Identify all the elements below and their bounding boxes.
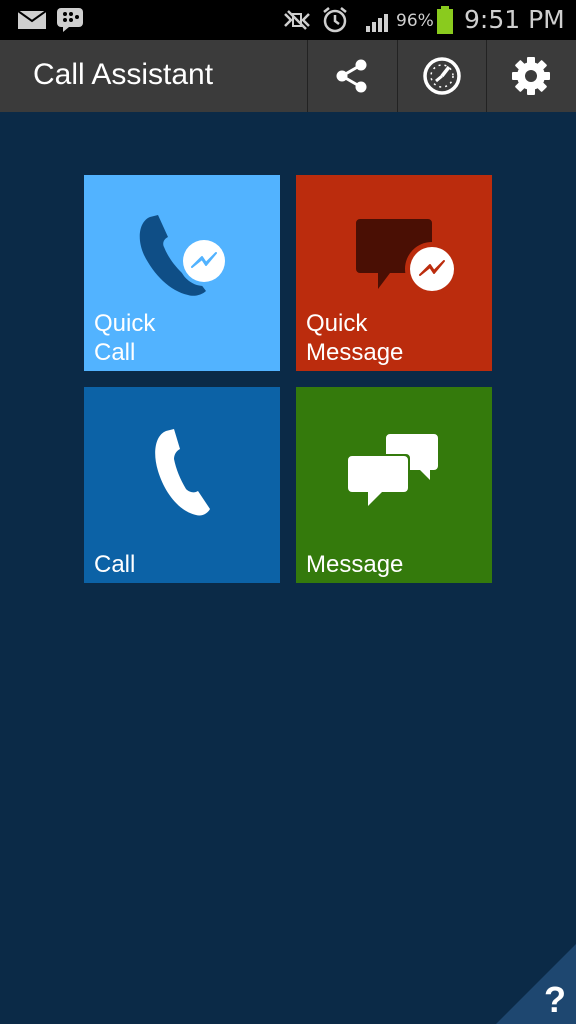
mute-icon: [284, 10, 310, 30]
phone-icon: [155, 429, 210, 516]
app-title: Call Assistant: [33, 58, 214, 91]
bbm-icon: [57, 8, 83, 32]
help-button[interactable]: ?: [544, 980, 566, 1020]
email-icon: [18, 11, 46, 29]
history-button[interactable]: [397, 40, 486, 112]
quick-message-tile[interactable]: Quick Message: [296, 175, 492, 371]
message-tile[interactable]: Message: [296, 387, 492, 583]
battery-percent: 96%: [396, 11, 434, 31]
share-button[interactable]: [307, 40, 396, 112]
settings-gear-icon: [512, 57, 550, 95]
alarm-icon: [323, 7, 347, 33]
history-clock-icon: [423, 57, 461, 95]
quick-call-label: Quick Call: [94, 310, 156, 366]
chat-bubbles-icon: [346, 434, 438, 510]
call-label: Call: [94, 551, 136, 578]
message-label: Message: [306, 551, 404, 578]
battery-icon: [437, 6, 453, 34]
settings-button[interactable]: [486, 40, 575, 112]
message-messenger-icon: [356, 219, 459, 296]
call-tile[interactable]: Call: [84, 387, 280, 583]
quick-call-tile[interactable]: Quick Call: [84, 175, 280, 371]
share-icon: [336, 59, 367, 93]
quick-message-label: Quick Message: [306, 310, 404, 366]
action-bar: Call Assistant: [0, 40, 576, 112]
clock-time: 9:51 PM: [464, 5, 565, 34]
status-bar: 96% 9:51 PM: [0, 0, 576, 40]
phone-messenger-icon: [139, 215, 229, 296]
signal-icon: [366, 14, 388, 32]
